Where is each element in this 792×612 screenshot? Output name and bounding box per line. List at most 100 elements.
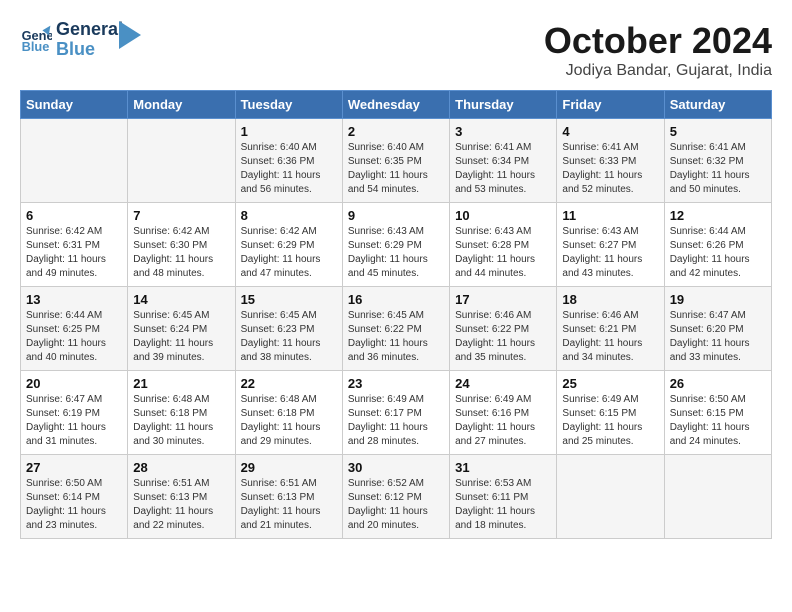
day-number: 30 (348, 460, 444, 475)
logo: General Blue General Blue (20, 20, 141, 60)
day-info: Sunrise: 6:45 AM Sunset: 6:22 PM Dayligh… (348, 309, 444, 365)
day-cell: 7 Sunrise: 6:42 AM Sunset: 6:30 PM Daylig… (128, 203, 235, 287)
day-number: 8 (241, 208, 337, 223)
day-number: 4 (562, 124, 658, 139)
col-sunday: Sunday (21, 91, 128, 119)
col-friday: Friday (557, 91, 664, 119)
day-number: 17 (455, 292, 551, 307)
col-wednesday: Wednesday (342, 91, 449, 119)
day-info: Sunrise: 6:45 AM Sunset: 6:24 PM Dayligh… (133, 309, 229, 365)
day-info: Sunrise: 6:49 AM Sunset: 6:17 PM Dayligh… (348, 393, 444, 449)
day-cell: 31 Sunrise: 6:53 AM Sunset: 6:11 PM Dayli… (450, 455, 557, 539)
day-cell: 8 Sunrise: 6:42 AM Sunset: 6:29 PM Daylig… (235, 203, 342, 287)
page-header: General Blue General Blue October 2024 J… (20, 20, 772, 80)
day-cell (128, 119, 235, 203)
col-saturday: Saturday (664, 91, 771, 119)
calendar-table: Sunday Monday Tuesday Wednesday Thursday… (20, 90, 772, 539)
day-cell: 29Sunrise: 6:51 AM Sunset: 6:13 PM Dayli… (235, 455, 342, 539)
calendar-body: 1Sunrise: 6:40 AM Sunset: 6:36 PM Daylig… (21, 119, 772, 539)
day-cell: 15Sunrise: 6:45 AM Sunset: 6:23 PM Dayli… (235, 287, 342, 371)
day-number: 6 (26, 208, 122, 223)
day-cell: 22 Sunrise: 6:48 AM Sunset: 6:18 PM Dayli… (235, 371, 342, 455)
day-info: Sunrise: 6:41 AM Sunset: 6:33 PM Dayligh… (562, 141, 658, 197)
day-cell: 24 Sunrise: 6:49 AM Sunset: 6:16 PM Dayli… (450, 371, 557, 455)
day-cell: 9Sunrise: 6:43 AM Sunset: 6:29 PM Daylig… (342, 203, 449, 287)
day-info: Sunrise: 6:40 AM Sunset: 6:35 PM Dayligh… (348, 141, 444, 197)
day-number: 11 (562, 208, 658, 223)
day-cell (21, 119, 128, 203)
day-info: Sunrise: 6:47 AM Sunset: 6:19 PM Dayligh… (26, 393, 122, 449)
day-cell: 16 Sunrise: 6:45 AM Sunset: 6:22 PM Dayli… (342, 287, 449, 371)
day-info: Sunrise: 6:43 AM Sunset: 6:27 PM Dayligh… (562, 225, 658, 281)
day-number: 16 (348, 292, 444, 307)
day-cell: 14 Sunrise: 6:45 AM Sunset: 6:24 PM Dayli… (128, 287, 235, 371)
day-number: 15 (241, 292, 337, 307)
day-number: 13 (26, 292, 122, 307)
day-info: Sunrise: 6:51 AM Sunset: 6:13 PM Dayligh… (133, 477, 229, 533)
day-info: Sunrise: 6:49 AM Sunset: 6:16 PM Dayligh… (455, 393, 551, 449)
logo-blue: Blue (56, 40, 123, 60)
day-cell: 18Sunrise: 6:46 AM Sunset: 6:21 PM Dayli… (557, 287, 664, 371)
day-number: 1 (241, 124, 337, 139)
day-cell: 30 Sunrise: 6:52 AM Sunset: 6:12 PM Dayli… (342, 455, 449, 539)
day-info: Sunrise: 6:44 AM Sunset: 6:25 PM Dayligh… (26, 309, 122, 365)
logo-icon: General Blue (20, 24, 52, 56)
day-cell (664, 455, 771, 539)
week-row-5: 27 Sunrise: 6:50 AM Sunset: 6:14 PM Dayli… (21, 455, 772, 539)
day-number: 21 (133, 376, 229, 391)
week-row-1: 1Sunrise: 6:40 AM Sunset: 6:36 PM Daylig… (21, 119, 772, 203)
day-cell: 26 Sunrise: 6:50 AM Sunset: 6:15 PM Dayli… (664, 371, 771, 455)
day-cell: 13 Sunrise: 6:44 AM Sunset: 6:25 PM Dayli… (21, 287, 128, 371)
day-cell: 28Sunrise: 6:51 AM Sunset: 6:13 PM Dayli… (128, 455, 235, 539)
day-number: 12 (670, 208, 766, 223)
day-number: 24 (455, 376, 551, 391)
week-row-4: 20 Sunrise: 6:47 AM Sunset: 6:19 PM Dayli… (21, 371, 772, 455)
week-row-2: 6Sunrise: 6:42 AM Sunset: 6:31 PM Daylig… (21, 203, 772, 287)
day-info: Sunrise: 6:52 AM Sunset: 6:12 PM Dayligh… (348, 477, 444, 533)
day-info: Sunrise: 6:48 AM Sunset: 6:18 PM Dayligh… (133, 393, 229, 449)
svg-text:Blue: Blue (22, 39, 50, 54)
day-number: 7 (133, 208, 229, 223)
day-number: 19 (670, 292, 766, 307)
logo-arrow-icon (119, 21, 141, 49)
day-info: Sunrise: 6:50 AM Sunset: 6:14 PM Dayligh… (26, 477, 122, 533)
day-number: 22 (241, 376, 337, 391)
day-number: 26 (670, 376, 766, 391)
day-info: Sunrise: 6:53 AM Sunset: 6:11 PM Dayligh… (455, 477, 551, 533)
day-number: 23 (348, 376, 444, 391)
day-info: Sunrise: 6:48 AM Sunset: 6:18 PM Dayligh… (241, 393, 337, 449)
day-cell: 4 Sunrise: 6:41 AM Sunset: 6:33 PM Daylig… (557, 119, 664, 203)
day-cell: 20 Sunrise: 6:47 AM Sunset: 6:19 PM Dayli… (21, 371, 128, 455)
day-cell: 10Sunrise: 6:43 AM Sunset: 6:28 PM Dayli… (450, 203, 557, 287)
day-info: Sunrise: 6:50 AM Sunset: 6:15 PM Dayligh… (670, 393, 766, 449)
day-number: 3 (455, 124, 551, 139)
day-info: Sunrise: 6:47 AM Sunset: 6:20 PM Dayligh… (670, 309, 766, 365)
day-cell: 25 Sunrise: 6:49 AM Sunset: 6:15 PM Dayli… (557, 371, 664, 455)
day-number: 9 (348, 208, 444, 223)
day-info: Sunrise: 6:49 AM Sunset: 6:15 PM Dayligh… (562, 393, 658, 449)
day-cell: 5Sunrise: 6:41 AM Sunset: 6:32 PM Daylig… (664, 119, 771, 203)
col-monday: Monday (128, 91, 235, 119)
location: Jodiya Bandar, Gujarat, India (544, 62, 772, 80)
header-row: Sunday Monday Tuesday Wednesday Thursday… (21, 91, 772, 119)
day-number: 31 (455, 460, 551, 475)
day-info: Sunrise: 6:41 AM Sunset: 6:32 PM Dayligh… (670, 141, 766, 197)
day-number: 2 (348, 124, 444, 139)
col-tuesday: Tuesday (235, 91, 342, 119)
day-info: Sunrise: 6:41 AM Sunset: 6:34 PM Dayligh… (455, 141, 551, 197)
day-cell: 19 Sunrise: 6:47 AM Sunset: 6:20 PM Dayli… (664, 287, 771, 371)
day-info: Sunrise: 6:51 AM Sunset: 6:13 PM Dayligh… (241, 477, 337, 533)
day-number: 25 (562, 376, 658, 391)
day-cell (557, 455, 664, 539)
day-info: Sunrise: 6:42 AM Sunset: 6:30 PM Dayligh… (133, 225, 229, 281)
day-number: 20 (26, 376, 122, 391)
day-cell: 23 Sunrise: 6:49 AM Sunset: 6:17 PM Dayli… (342, 371, 449, 455)
day-cell: 11 Sunrise: 6:43 AM Sunset: 6:27 PM Dayli… (557, 203, 664, 287)
day-info: Sunrise: 6:42 AM Sunset: 6:29 PM Dayligh… (241, 225, 337, 281)
day-number: 14 (133, 292, 229, 307)
day-number: 27 (26, 460, 122, 475)
logo-general: General (56, 20, 123, 40)
day-cell: 2 Sunrise: 6:40 AM Sunset: 6:35 PM Daylig… (342, 119, 449, 203)
calendar-header: Sunday Monday Tuesday Wednesday Thursday… (21, 91, 772, 119)
day-info: Sunrise: 6:44 AM Sunset: 6:26 PM Dayligh… (670, 225, 766, 281)
